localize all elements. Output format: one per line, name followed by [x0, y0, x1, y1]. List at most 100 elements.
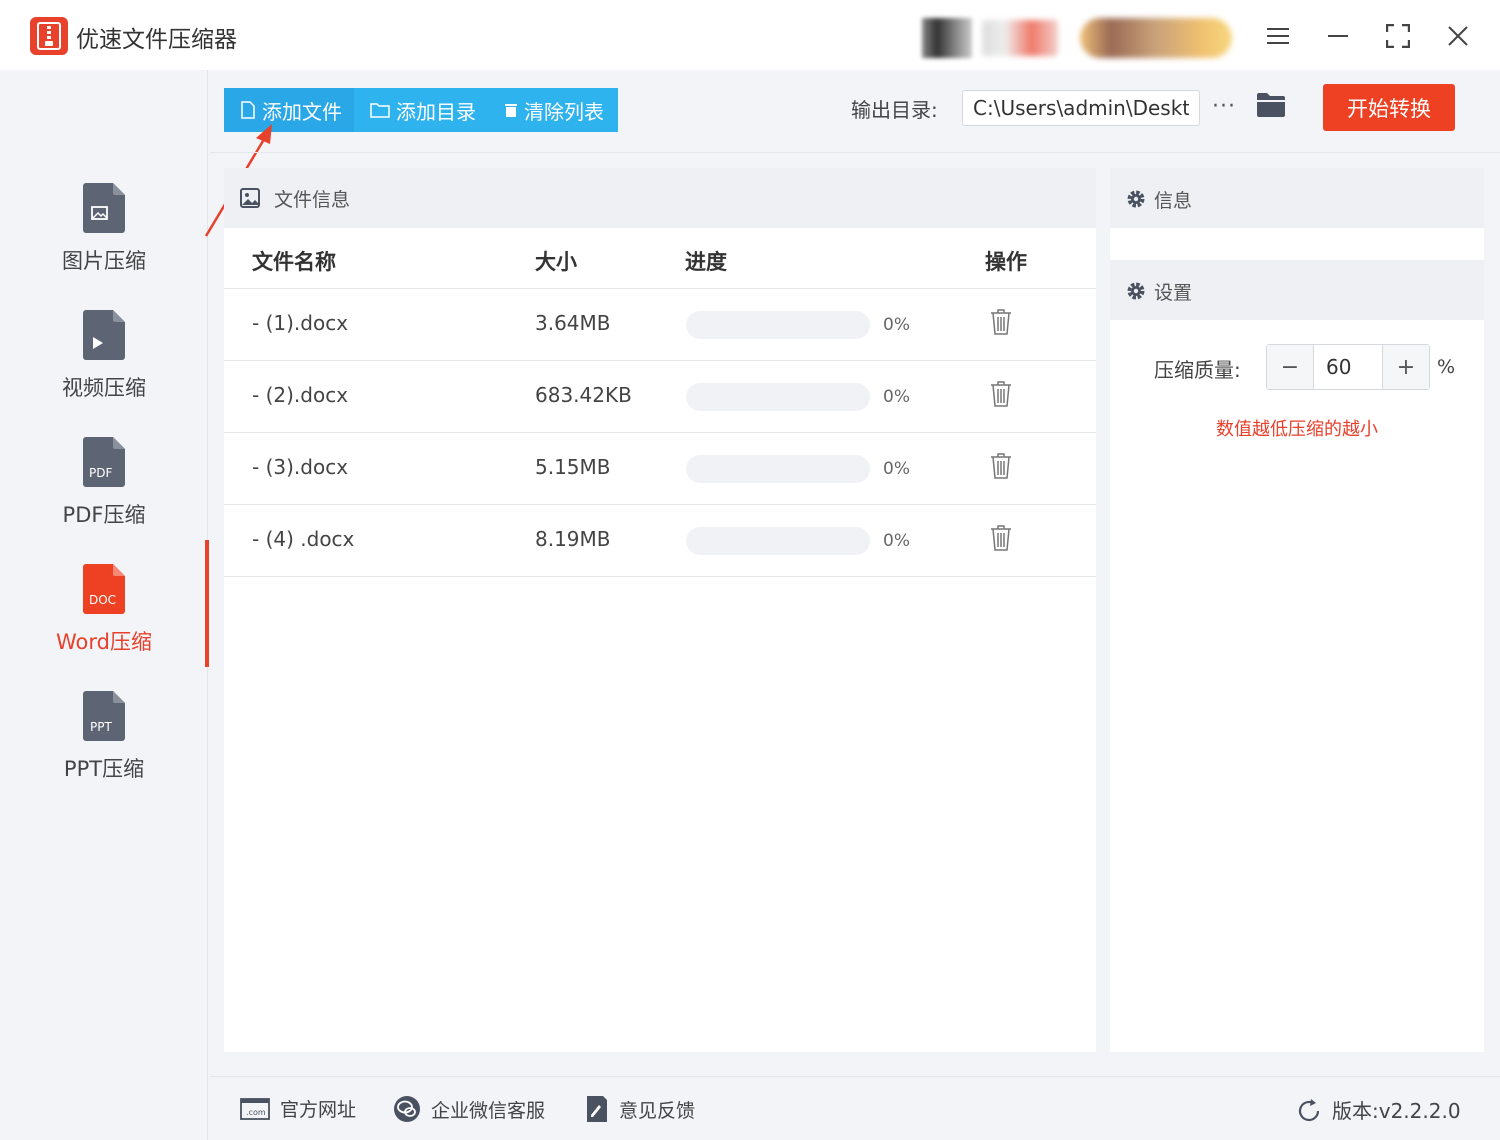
sidebar-item-pdf-compress[interactable]: PDF PDF压缩	[0, 437, 208, 565]
gear-icon	[1127, 190, 1145, 208]
feedback-link[interactable]: 意见反馈	[585, 1095, 695, 1123]
sidebar-item-ppt-compress[interactable]: PPT PPT压缩	[0, 691, 208, 819]
quality-increase-button[interactable]: +	[1383, 345, 1429, 389]
website-icon: .com	[240, 1097, 270, 1120]
blurred-user-info	[982, 20, 1058, 56]
clear-list-label: 清除列表	[524, 99, 604, 124]
footer: .com 官方网址 企业微信客服 意见反馈 版本:v2.2.2.0	[210, 1076, 1500, 1140]
file-size: 3.64MB	[535, 311, 611, 335]
blurred-account-badge	[1080, 18, 1232, 58]
ppt-file-icon: PPT	[83, 691, 125, 741]
active-indicator	[205, 540, 209, 667]
gear-icon	[1127, 282, 1145, 300]
more-options-button[interactable]: ···	[1212, 94, 1236, 119]
column-header-name: 文件名称	[252, 250, 336, 274]
delete-icon[interactable]	[990, 308, 1012, 340]
wechat-label: 企业微信客服	[431, 1099, 546, 1122]
close-icon[interactable]	[1440, 18, 1476, 54]
progress-bar	[686, 383, 870, 411]
delete-icon[interactable]	[990, 524, 1012, 556]
ppt-badge-text: PPT	[90, 720, 112, 734]
clear-list-button[interactable]: 清除列表	[488, 88, 616, 132]
open-folder-icon[interactable]	[1256, 92, 1286, 122]
sidebar-item-label: Word压缩	[56, 630, 152, 654]
video-file-icon	[83, 310, 125, 360]
table-row[interactable]: - (1).docx 3.64MB 0%	[224, 288, 1096, 360]
divider	[224, 576, 1096, 577]
menu-icon[interactable]	[1260, 18, 1296, 54]
sidebar-item-video-compress[interactable]: 视频压缩	[0, 310, 208, 438]
doc-file-icon: DOC	[83, 564, 125, 614]
delete-icon[interactable]	[990, 380, 1012, 412]
progress-bar	[686, 455, 870, 483]
quality-input[interactable]	[1313, 345, 1383, 389]
sidebar-item-label: PDF压缩	[62, 503, 146, 527]
official-website-link[interactable]: .com 官方网址	[240, 1095, 356, 1122]
folder-outline-icon	[370, 103, 390, 118]
file-name: - (2).docx	[252, 383, 349, 407]
info-title: 信息	[1154, 190, 1193, 212]
svg-text:.com: .com	[246, 1108, 266, 1117]
table-row[interactable]: - (3).docx 5.15MB 0%	[224, 432, 1096, 504]
file-size: 683.42KB	[535, 383, 632, 407]
file-name: - (3).docx	[252, 455, 349, 479]
version-label: 版本:v2.2.2.0	[1332, 1099, 1461, 1123]
sidebar-item-label: 视频压缩	[62, 376, 146, 400]
minimize-icon[interactable]	[1320, 18, 1356, 54]
quality-decrease-button[interactable]: −	[1267, 345, 1313, 389]
delete-icon[interactable]	[990, 452, 1012, 484]
column-header-action: 操作	[985, 250, 1027, 274]
pdf-file-icon: PDF	[83, 437, 125, 487]
sidebar-item-image-compress[interactable]: 图片压缩	[0, 183, 208, 311]
column-header-size: 大小	[535, 250, 577, 274]
table-row[interactable]: - (2).docx 683.42KB 0%	[224, 360, 1096, 432]
refresh-icon	[1298, 1098, 1320, 1121]
pdf-badge-text: PDF	[89, 466, 112, 480]
settings-header: 设置	[1110, 260, 1484, 320]
sidebar: 图片压缩 视频压缩 PDF PDF压缩 DOC Word压缩 PPT PPT压缩	[0, 70, 208, 1140]
image-file-icon	[83, 183, 125, 233]
sidebar-item-word-compress[interactable]: DOC Word压缩	[0, 564, 208, 692]
file-name: - (4) .docx	[252, 527, 355, 551]
add-directory-label: 添加目录	[396, 99, 476, 124]
quality-label: 压缩质量:	[1154, 358, 1241, 382]
app-logo-icon	[30, 17, 68, 55]
wechat-icon	[394, 1096, 420, 1122]
divider	[210, 152, 1500, 153]
progress-bar	[686, 311, 870, 339]
column-header-progress: 进度	[685, 250, 727, 274]
quality-hint: 数值越低压缩的越小	[1216, 419, 1378, 440]
website-label: 官方网址	[280, 1099, 357, 1121]
file-name: - (1).docx	[252, 311, 349, 335]
table-row[interactable]: - (4) .docx 8.19MB 0%	[224, 504, 1096, 576]
start-convert-button[interactable]: 开始转换	[1323, 84, 1455, 131]
wechat-support-link[interactable]: 企业微信客服	[393, 1095, 545, 1123]
info-header: 信息	[1110, 168, 1484, 228]
blurred-user-avatar	[922, 18, 972, 58]
output-dir-label: 输出目录:	[851, 98, 938, 122]
add-directory-button[interactable]: 添加目录	[354, 88, 488, 132]
file-info-panel: 文件信息 文件名称 大小 进度 操作 - (1).docx 3.64MB 0% …	[224, 168, 1096, 1052]
maximize-icon[interactable]	[1380, 18, 1416, 54]
progress-text: 0%	[883, 315, 910, 335]
file-info-header: 文件信息	[224, 168, 1096, 228]
sidebar-item-label: PPT压缩	[63, 757, 145, 781]
feedback-icon	[587, 1096, 607, 1122]
file-info-title: 文件信息	[274, 189, 351, 211]
quality-stepper: − +	[1266, 344, 1430, 390]
output-dir-input[interactable]	[962, 90, 1200, 126]
sidebar-item-label: 图片压缩	[62, 249, 146, 273]
quality-unit: %	[1437, 356, 1456, 378]
progress-text: 0%	[883, 531, 910, 551]
title-bar: 优速文件压缩器	[0, 0, 1500, 70]
file-size: 5.15MB	[535, 455, 611, 479]
side-panel: 信息 设置 压缩质量: − + % 数值越低压缩的越小	[1110, 168, 1484, 1052]
trash-icon	[505, 104, 517, 117]
feedback-label: 意见反馈	[619, 1099, 696, 1122]
progress-bar	[686, 527, 870, 555]
file-icon	[241, 101, 255, 119]
file-size: 8.19MB	[535, 527, 611, 551]
version-info: 版本:v2.2.2.0	[1298, 1095, 1461, 1124]
settings-title: 设置	[1154, 282, 1193, 304]
app-title: 优速文件压缩器	[76, 27, 237, 53]
